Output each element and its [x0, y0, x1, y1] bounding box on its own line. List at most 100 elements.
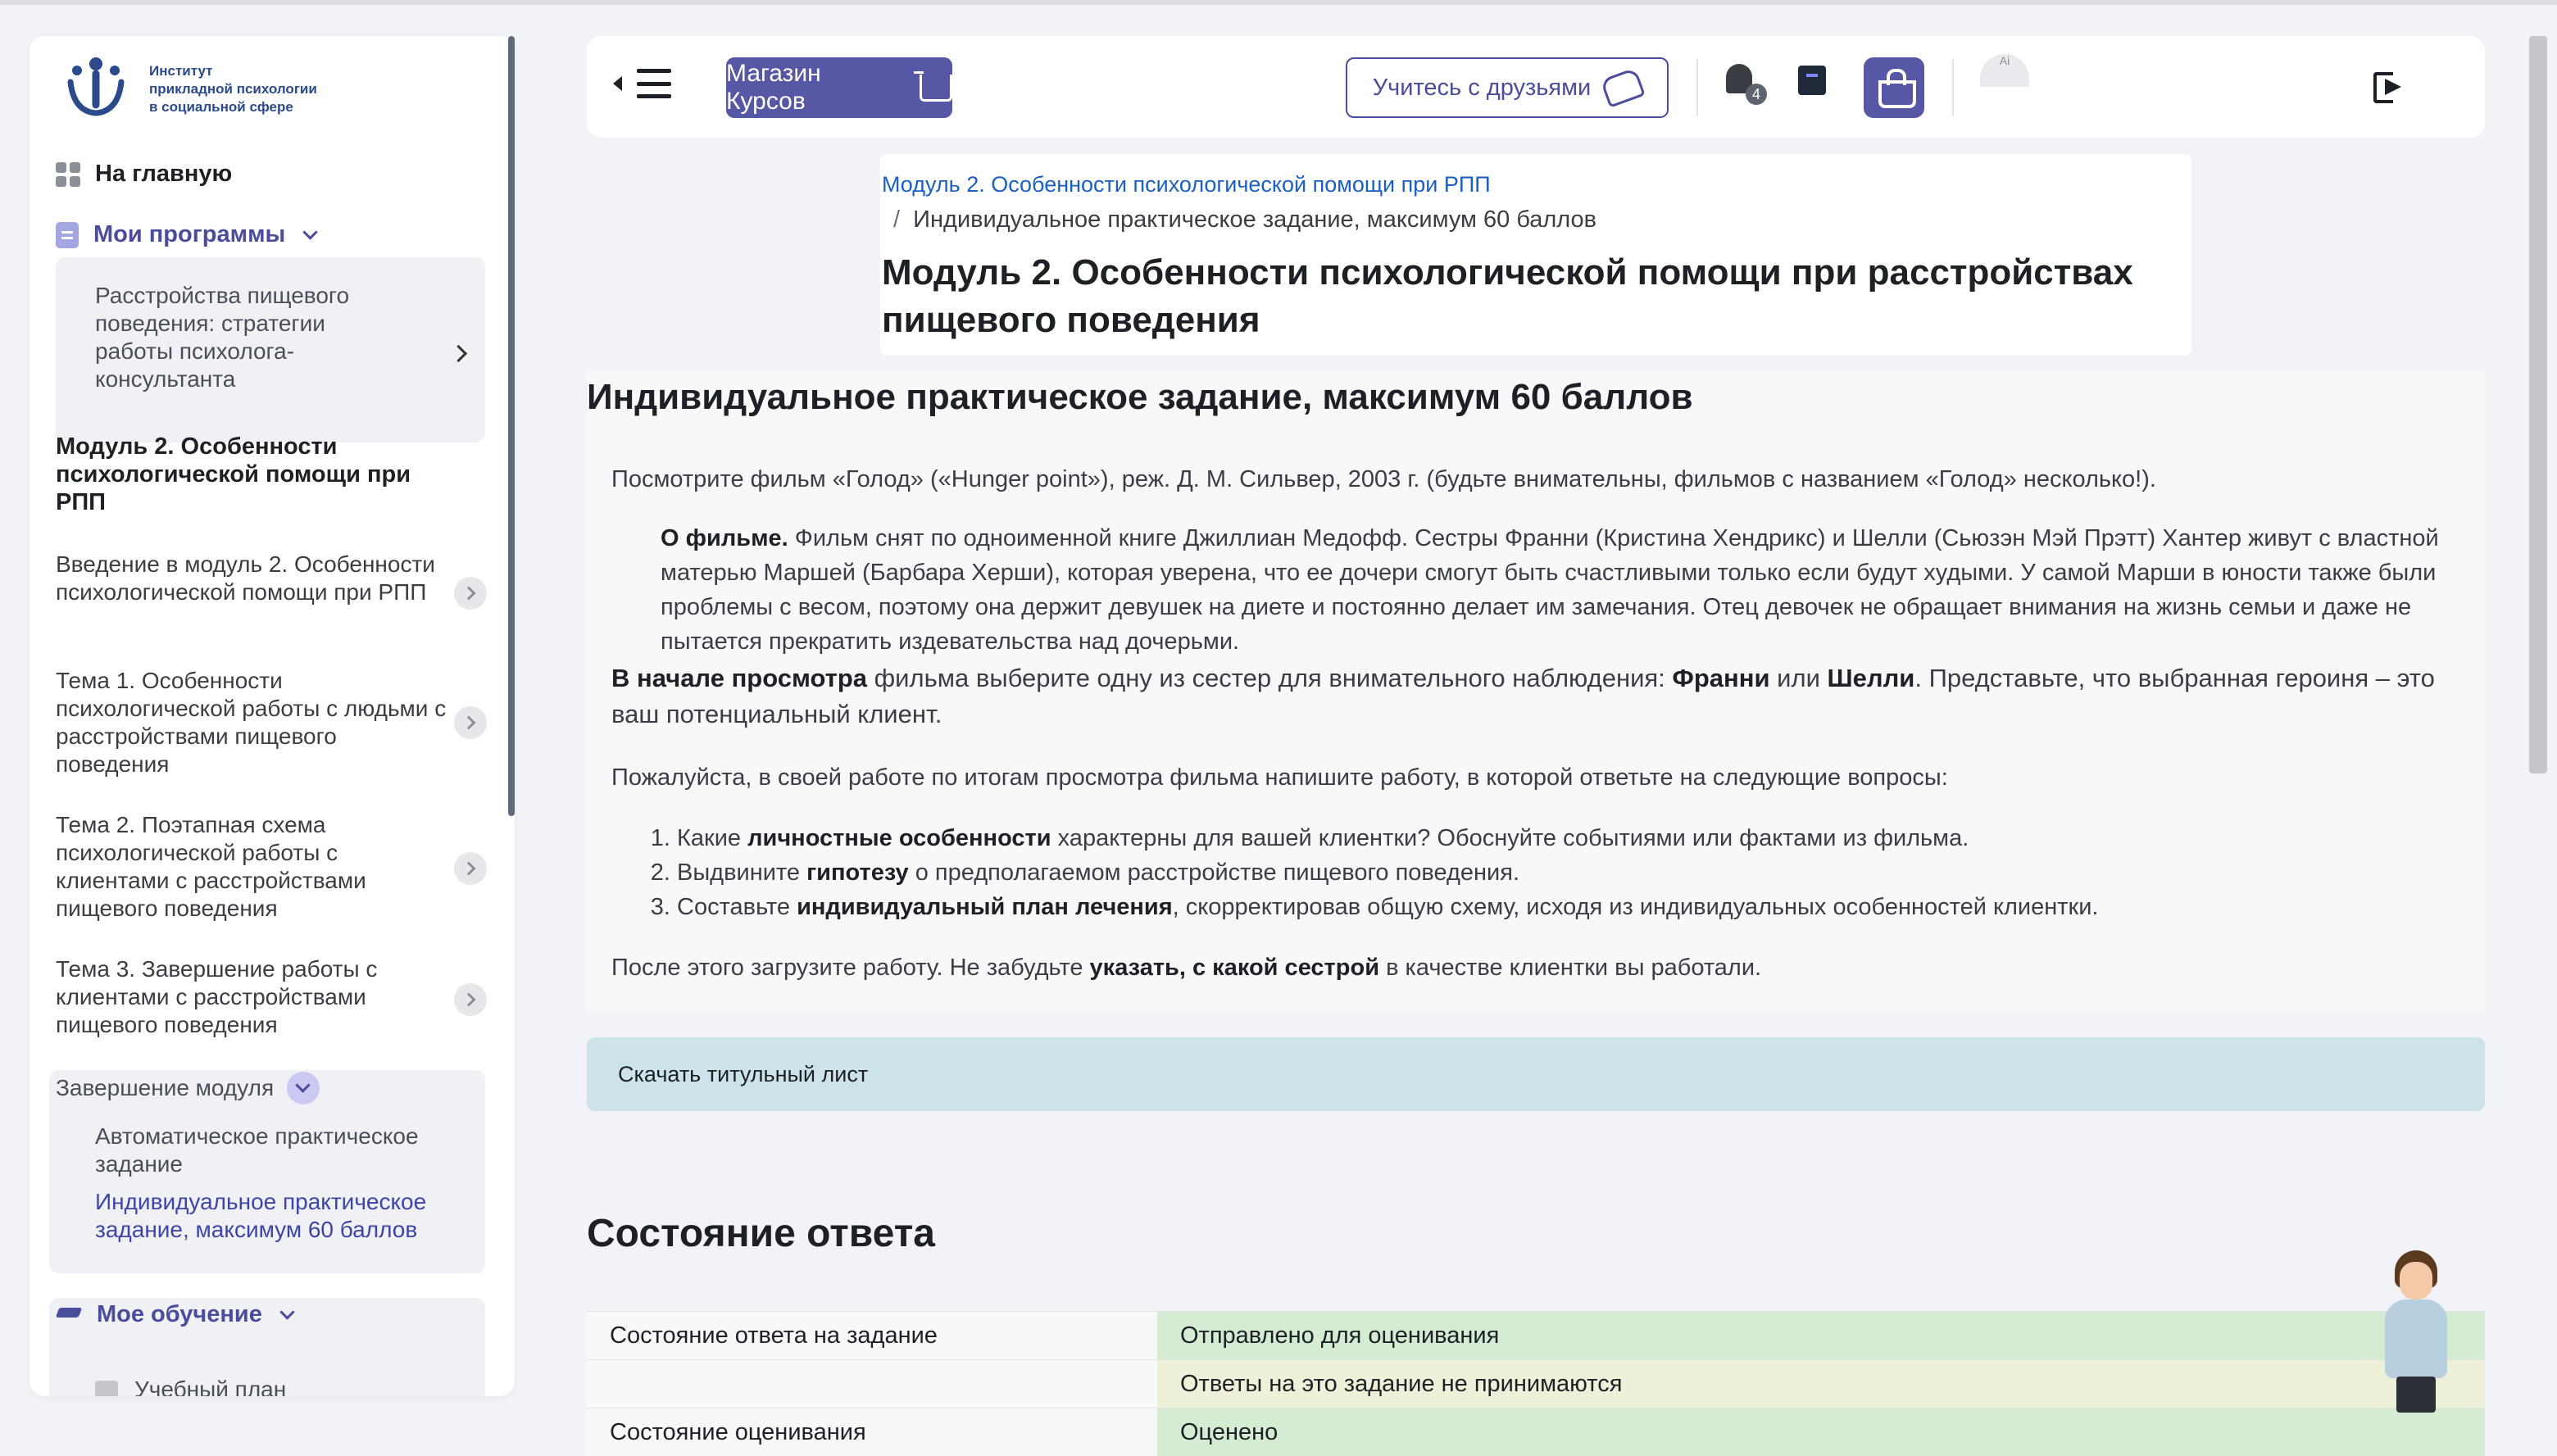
list-item: Какие личностные особенности характерны … [677, 821, 2098, 855]
notifications-count-badge: 4 [1746, 84, 1767, 105]
document-icon [56, 222, 79, 248]
hamburger-icon [637, 69, 671, 98]
bold-text: , [1179, 955, 1192, 981]
assistant-character[interactable] [2373, 1249, 2459, 1413]
questions-list: Какие личностные особенности характерны … [647, 821, 2098, 924]
submission-status-title: Состояние ответа [587, 1211, 935, 1256]
nav-my-learning[interactable]: Мое обучение [56, 1301, 293, 1328]
messages-icon[interactable] [1798, 66, 1826, 95]
bold-text: указать [1090, 955, 1179, 981]
browser-top-line [0, 0, 2557, 5]
assignment-title: Индивидуальное практическое задание, мак… [587, 377, 1693, 418]
text: Составьте [677, 894, 797, 920]
box-icon [95, 1381, 118, 1396]
submission-status-table: Состояние ответа на задание Отправлено д… [587, 1311, 2485, 1456]
course-shop-button[interactable]: Магазин Курсов [726, 57, 952, 118]
text: , скорректировав общую схему, исходя из … [1173, 894, 2099, 920]
assignment-intro: Посмотрите фильм «Голод» («Hunger point»… [611, 462, 2464, 497]
sidebar-item-individual-task[interactable]: Индивидуальное практическое задание, мак… [95, 1188, 439, 1244]
course-shop-label: Магазин Курсов [726, 60, 906, 116]
module-title[interactable]: Модуль 2. Особенности психологической по… [56, 433, 466, 516]
institute-logo[interactable] [59, 56, 133, 121]
cart-icon [920, 75, 952, 102]
handshake-icon [1600, 67, 1646, 108]
nav-my-programs[interactable]: Мои программы [56, 221, 316, 248]
topic-expand-icon[interactable] [454, 983, 487, 1016]
topic-expand-icon[interactable] [454, 852, 487, 885]
sidebar-topic-2[interactable]: Тема 2. Поэтапная схема психологической … [56, 811, 449, 923]
text: о предполагаемом расстройстве пищевого п… [909, 860, 1519, 886]
text: или [1770, 664, 1828, 692]
topic-expand-icon[interactable] [454, 577, 487, 610]
table-row: Ответы на это задание не принимаются [587, 1360, 2485, 1408]
finish-section-header[interactable]: Завершение модуля [56, 1072, 320, 1104]
basket-button[interactable] [1864, 57, 1924, 118]
table-cell-value: Оценено [1157, 1408, 2485, 1456]
breadcrumb-current-label: Индивидуальное практическое задание, мак… [913, 206, 1596, 233]
chevron-down-icon [303, 225, 318, 239]
header-divider [1952, 59, 1954, 116]
sidebar-topic-1[interactable]: Тема 1. Особенности психологической рабо… [56, 667, 449, 778]
logo-text: Институт прикладной психологии в социаль… [149, 62, 317, 116]
page-scrollbar[interactable] [2529, 36, 2547, 773]
table-cell-label [587, 1360, 1157, 1408]
list-item: Составьте индивидуальный план лечения, с… [677, 890, 2098, 924]
film-description-label: О фильме. [661, 525, 788, 551]
download-title-page-bar[interactable] [587, 1037, 2485, 1111]
nav-study-plan[interactable]: Учебный план [95, 1377, 286, 1396]
learn-with-friends-button[interactable]: Учитесь с друзьями [1346, 57, 1669, 118]
nav-home-label: На главную [95, 161, 232, 188]
nav-home[interactable]: На главную [56, 161, 232, 188]
finish-section-label: Завершение модуля [56, 1075, 274, 1101]
collapse-left-icon [613, 76, 622, 91]
after-text: После этого загрузите работу. Не забудьт… [611, 950, 2464, 985]
breadcrumb-module-link[interactable]: Модуль 2. Особенности психологической по… [882, 172, 1491, 197]
program-card[interactable]: Расстройства пищевого поведения: стратег… [56, 257, 485, 442]
breadcrumb-current: / Индивидуальное практическое задание, м… [893, 206, 1596, 234]
program-title: Расстройства пищевого поведения: стратег… [95, 282, 406, 393]
table-cell-label: Состояние оценивания [587, 1408, 1157, 1456]
chevron-down-icon [279, 1304, 294, 1319]
table-row: Состояние оценивания Оценено [587, 1408, 2485, 1456]
table-cell-value: Отправлено для оценивания [1157, 1312, 2485, 1360]
bold-text: гипотезу [806, 860, 909, 886]
choose-sister-text: В начале просмотра фильма выберите одну … [611, 660, 2464, 733]
header-divider [1696, 59, 1698, 116]
text: фильма выберите одну из сестер для внима… [867, 664, 1672, 692]
nav-my-learning-label: Мое обучение [97, 1301, 262, 1328]
please-text: Пожалуйста, в своей работе по итогам про… [611, 760, 2464, 795]
menu-toggle[interactable] [613, 69, 671, 98]
logout-icon[interactable] [2373, 69, 2406, 102]
table-cell-label: Состояние ответа на задание [587, 1312, 1157, 1360]
bold-text: В начале просмотра [611, 664, 867, 692]
sidebar: Институт прикладной психологии в социаль… [30, 36, 515, 1396]
sidebar-topic-3[interactable]: Тема 3. Завершение работы с клиентами с … [56, 955, 449, 1039]
text: Выдвините [677, 860, 806, 886]
table-row: Состояние ответа на задание Отправлено д… [587, 1312, 2485, 1360]
breadcrumb-separator: / [893, 206, 913, 233]
user-avatar[interactable]: Ai [1980, 54, 2029, 87]
table-cell-value: Ответы на это задание не принимаются [1157, 1360, 2485, 1408]
character-face [2400, 1262, 2432, 1300]
text: После этого загрузите работу. Не забудьт… [611, 955, 1090, 981]
character-body [2385, 1300, 2447, 1378]
film-description: О фильме. Фильм снят по одноименной книг… [661, 521, 2455, 659]
text: в качестве клиентки вы работали. [1379, 955, 1761, 981]
text: Какие [677, 825, 747, 851]
sidebar-item-auto-task[interactable]: Автоматическое практическое задание [95, 1123, 439, 1178]
top-header: Магазин Курсов Учитесь с друзьями 4 Ai [587, 36, 2485, 138]
graduation-cap-icon [56, 1306, 82, 1324]
collapse-icon[interactable] [287, 1072, 320, 1104]
list-item: Выдвините гипотезу о предполагаемом расс… [677, 855, 2098, 890]
dashboard-icon [56, 162, 80, 187]
page-title: Модуль 2. Особенности психологической по… [882, 249, 2160, 344]
bold-text: Франни [1672, 664, 1769, 692]
chevron-right-icon [450, 345, 467, 362]
bold-text: личностные особенности [747, 825, 1051, 851]
bold-text: с какой сестрой [1192, 955, 1379, 981]
learn-with-friends-label: Учитесь с друзьями [1373, 75, 1592, 102]
sidebar-topic-intro[interactable]: Введение в модуль 2. Особенности психоло… [56, 551, 449, 606]
download-title-page-link[interactable]: Скачать титульный лист [618, 1062, 868, 1087]
topic-expand-icon[interactable] [454, 706, 487, 739]
sidebar-scrollbar[interactable] [508, 36, 515, 816]
